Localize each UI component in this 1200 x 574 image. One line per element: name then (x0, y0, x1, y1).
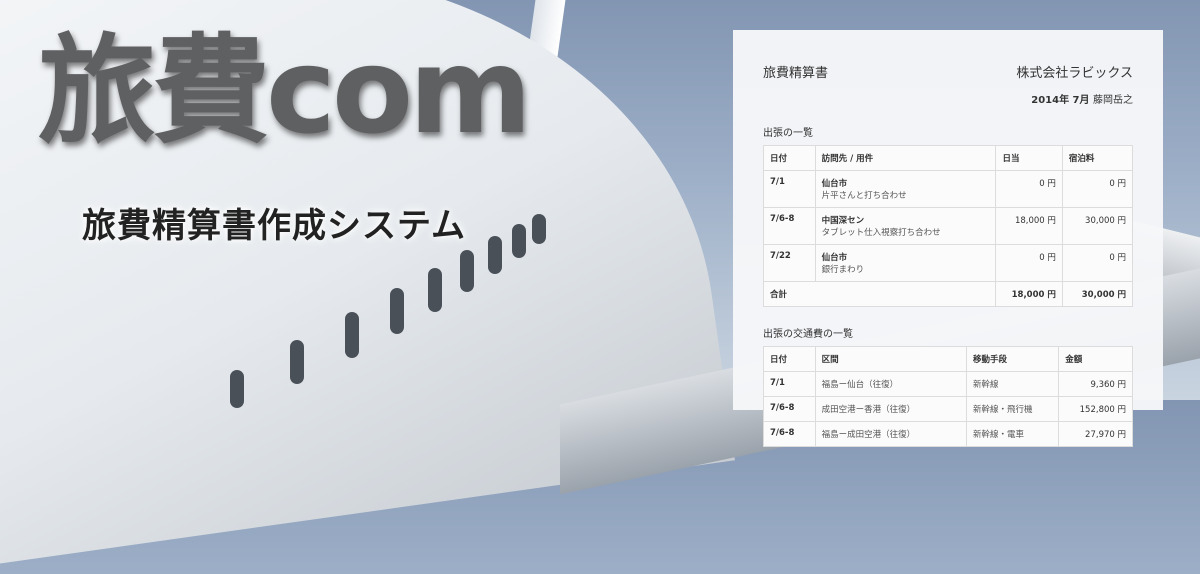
banner-title: 旅費com (38, 22, 532, 160)
route: 福島ー成田空港（往復） (814, 421, 967, 447)
means: 新幹線・飛行機 (965, 396, 1060, 422)
lodging: 0 円 (1061, 244, 1134, 282)
document-title: 旅費精算書 (763, 66, 829, 81)
total-lodging: 30,000 円 (1081, 290, 1126, 300)
company-name: 株式会社ラビックス (1016, 66, 1133, 81)
period: 2014年 7月 (1031, 95, 1090, 106)
place: 仙台市 (821, 179, 848, 189)
purpose: タブレット仕入視察打ち合わせ (821, 228, 941, 238)
date: 7/6-8 (770, 428, 795, 438)
col-allowance: 日当 (995, 145, 1063, 171)
col-destination: 訪問先 / 用件 (814, 145, 997, 171)
means: 新幹線・電車 (965, 421, 1060, 447)
total-row: 合計 18,000 円 30,000 円 (762, 281, 1134, 307)
amount: 27,970 円 (1058, 421, 1133, 447)
table-row: 7/1 仙台市片平さんと打ち合わせ 0 円0 円 (763, 170, 1134, 208)
place: 中国深セン (821, 216, 865, 226)
table-header: 日付 区間 移動手段 金額 (763, 346, 1133, 372)
route: 成田空港ー香港（往復） (814, 396, 967, 422)
allowance: 0 円 (995, 170, 1063, 208)
transport-heading: 出張の交通費の一覧 (763, 329, 853, 340)
trips-heading: 出張の一覧 (763, 128, 813, 139)
col-means: 移動手段 (965, 346, 1060, 372)
col-amount: 金額 (1058, 346, 1133, 372)
col-lodging: 宿泊料 (1061, 145, 1134, 171)
allowance: 18,000 円 (995, 207, 1063, 245)
transport-table: 日付 区間 移動手段 金額 7/1 福島ー仙台（往復） 新幹線 9,360 円 7/6… (763, 346, 1133, 447)
col-date: 日付 (763, 346, 816, 372)
person-name: 藤岡岳之 (1093, 95, 1133, 106)
allowance: 0 円 (995, 244, 1063, 282)
purpose: 片平さんと打ち合わせ (821, 191, 907, 201)
table-header: 日付 訪問先 / 用件 日当 宿泊料 (763, 145, 1134, 171)
purpose: 銀行まわり (821, 265, 865, 275)
expense-document: 旅費精算書 株式会社ラビックス 2014年 7月 藤岡岳之 出張の一覧 日付 訪… (733, 30, 1163, 447)
date: 7/1 (770, 378, 785, 388)
banner-subtitle: 旅費精算書作成システム (82, 206, 466, 246)
table-row: 7/6-8 成田空港ー香港（往復） 新幹線・飛行機 152,800 円 (763, 396, 1133, 422)
table-row: 7/1 福島ー仙台（往復） 新幹線 9,360 円 (763, 371, 1133, 397)
date: 7/6-8 (770, 403, 795, 413)
lodging: 0 円 (1061, 170, 1134, 208)
means: 新幹線 (965, 371, 1060, 397)
col-date: 日付 (763, 145, 816, 171)
table-row: 7/6-8 中国深センタブレット仕入視察打ち合わせ 18,000 円 30,000 円 (763, 207, 1134, 245)
place: 仙台市 (821, 253, 848, 263)
amount: 152,800 円 (1058, 396, 1133, 422)
date: 7/22 (770, 251, 791, 261)
route: 福島ー仙台（往復） (814, 371, 967, 397)
date: 7/6-8 (770, 214, 795, 224)
total-allowance: 18,000 円 (1011, 290, 1056, 300)
total-label: 合計 (770, 290, 788, 300)
table-row: 7/22 仙台市銀行まわり 0 円0 円 (763, 244, 1134, 282)
lodging: 30,000 円 (1061, 207, 1134, 245)
amount: 9,360 円 (1058, 371, 1133, 397)
trips-table: 日付 訪問先 / 用件 日当 宿泊料 7/1 仙台市 片平さんと打ち合わせ 0 円0 … (762, 145, 1134, 307)
table-row: 7/6-8 福島ー成田空港（往復） 新幹線・電車 27,970 円 (763, 421, 1133, 447)
col-route: 区間 (814, 346, 967, 372)
date: 7/1 (770, 177, 785, 187)
